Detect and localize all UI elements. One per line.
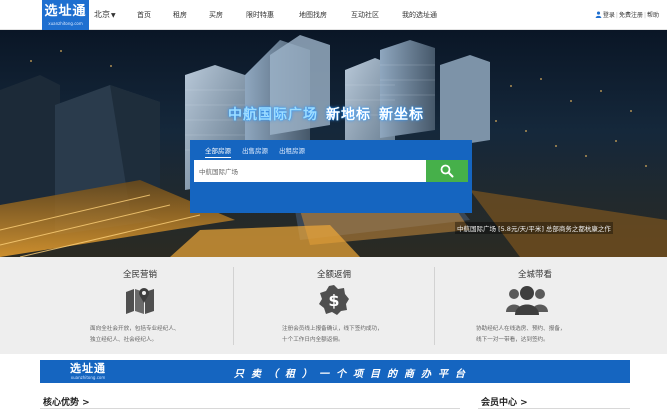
feature-title: 全民营销	[122, 270, 157, 280]
group-icon	[506, 286, 548, 315]
feature-item: 全额返佣 $ 注册会员线上报备确认，线下签约成功， 十个工作日内全额返佣。	[234, 257, 434, 354]
hero-caption[interactable]: 中航国际广场 [5.8元/天/平米] 总部商务之都杭康之作	[455, 222, 613, 234]
map-icon	[126, 288, 154, 314]
section-title-member-center[interactable]: 会员中心 >	[481, 395, 528, 408]
login-link[interactable]: 登录	[603, 12, 615, 19]
feature-description-line: 线下一对一带看，达到签约。	[476, 337, 549, 343]
feature-description: 协助经纪人在线选房、预约、报备， 线下一对一带看，达到签约。	[476, 324, 566, 346]
logo-domain: xuanzhitong.com	[48, 21, 83, 26]
tab-all-listings[interactable]: 全部房源	[205, 145, 231, 158]
search-input[interactable]	[194, 160, 426, 182]
hero-banner: 中航国际广场新地标新坐标 全部房源 出售房源 出租房源 中航国际广场 [5.8元…	[0, 30, 667, 257]
section-underline	[478, 408, 630, 409]
feature-description: 注册会员线上报备确认，线下签约成功， 十个工作日内全额返佣。	[282, 324, 383, 346]
feature-item: 全民营销 面向全社会开放，包括专业经纪人、 独立经纪人、社会经纪人。	[40, 257, 240, 354]
feature-description-line: 独立经纪人、社会经纪人。	[90, 337, 158, 343]
user-icon	[595, 11, 602, 18]
separator: |	[643, 12, 646, 19]
feature-description: 面向全社会开放，包括专业经纪人、 独立经纪人、社会经纪人。	[90, 324, 180, 346]
nav-item-community[interactable]: 互动社区	[351, 10, 379, 20]
city-label: 北京	[94, 10, 110, 19]
register-link[interactable]: 免费注册	[619, 12, 643, 19]
hero-title: 中航国际广场 新地标 新坐标	[228, 104, 424, 124]
chevron-down-icon: ▼	[111, 12, 116, 19]
help-link[interactable]: 帮助	[647, 12, 659, 19]
nav-item-map-search[interactable]: 地图找房	[299, 10, 327, 20]
search-button[interactable]	[426, 160, 468, 182]
top-nav-bar: 选址通 xuanzhitong.com 北京▼ 首页 租房 买房 限时特惠 地图…	[0, 0, 667, 30]
promo-banner[interactable]: 选址通 xuanzhitong.com 只卖（租）一个项目的商办平台	[40, 360, 630, 383]
site-logo[interactable]: 选址通 xuanzhitong.com	[42, 0, 89, 30]
city-selector[interactable]: 北京▼	[94, 9, 116, 20]
logo-text: 选址通	[44, 4, 87, 19]
banner-logo-text: 选址通	[70, 362, 106, 375]
nav-item-rent[interactable]: 租房	[173, 10, 187, 20]
tab-for-sale[interactable]: 出售房源	[242, 145, 268, 155]
page: 选址通 xuanzhitong.com 北京▼ 首页 租房 买房 限时特惠 地图…	[0, 0, 667, 411]
feature-description-line: 面向全社会开放，包括专业经纪人、	[90, 326, 180, 332]
user-links: 登录|免费注册|帮助	[595, 10, 659, 19]
separator: |	[615, 12, 618, 19]
svg-text:$: $	[328, 291, 339, 310]
banner-logo-domain: xuanzhitong.com	[70, 375, 106, 380]
feature-description-line: 十个工作日内全额返佣。	[282, 337, 344, 343]
nav-item-buy[interactable]: 买房	[209, 10, 223, 20]
search-icon	[440, 164, 454, 178]
banner-logo: 选址通 xuanzhitong.com	[70, 362, 106, 380]
feature-description-line: 注册会员线上报备确认，线下签约成功，	[282, 326, 383, 332]
hero-title-coordinate: 新坐标	[379, 107, 424, 123]
banner-slogan: 只卖（租）一个项目的商办平台	[234, 369, 472, 380]
feature-description-line: 协助经纪人在线选房、预约、报备，	[476, 326, 566, 332]
section-underline	[40, 408, 460, 409]
feature-item: 全城带看 协助经纪人在线选房、预约、报备， 线下一对一带看，达到签约。	[435, 257, 635, 354]
feature-title: 全城带看	[517, 270, 552, 280]
features-section: 全民营销 面向全社会开放，包括专业经纪人、 独立经纪人、社会经纪人。 全额返佣 …	[0, 257, 667, 354]
nav-item-home[interactable]: 首页	[137, 10, 151, 20]
search-panel: 全部房源 出售房源 出租房源	[190, 140, 472, 213]
hero-title-landmark: 新地标	[326, 107, 371, 123]
dollar-badge-icon: $	[319, 285, 349, 315]
tab-for-rent[interactable]: 出租房源	[279, 145, 305, 155]
hero-title-project: 中航国际广场	[228, 107, 318, 123]
search-tabs: 全部房源 出售房源 出租房源	[190, 140, 472, 158]
nav-item-my-account[interactable]: 我的选址通	[402, 10, 437, 20]
nav-item-special-offer[interactable]: 限时特惠	[246, 10, 274, 20]
feature-title: 全额返佣	[316, 270, 351, 280]
section-title-core-advantages[interactable]: 核心优势 >	[43, 395, 90, 408]
